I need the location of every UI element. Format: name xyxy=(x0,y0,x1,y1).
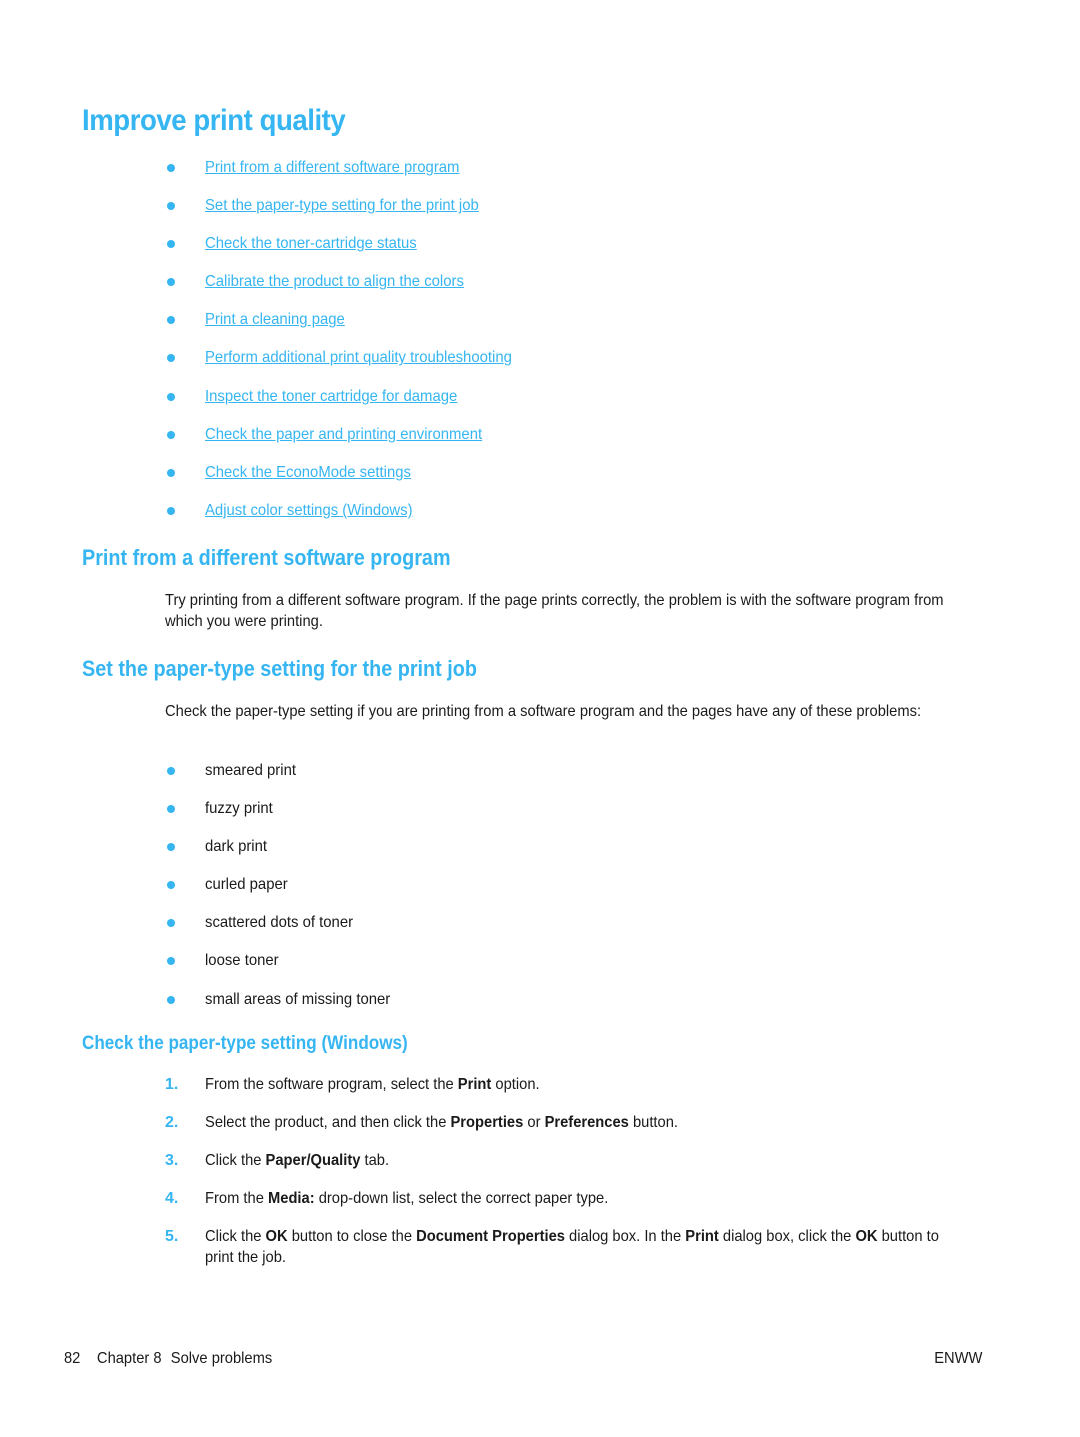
step-text: Click the OK button to close the Documen… xyxy=(205,1228,939,1267)
ui-term: Document Properties xyxy=(416,1228,565,1246)
bullet-icon xyxy=(167,767,175,775)
page-number: 82 xyxy=(64,1350,81,1367)
toc-link[interactable]: Inspect the toner cartridge for damage xyxy=(205,385,457,409)
toc-link[interactable]: Check the EconoMode settings xyxy=(205,461,411,485)
toc-link[interactable]: Print a cleaning page xyxy=(205,308,345,332)
step-number: 5. xyxy=(165,1228,179,1246)
step-text: From the software program, select the Pr… xyxy=(205,1076,540,1093)
bullet-icon xyxy=(167,240,175,249)
bullet-icon xyxy=(167,202,175,211)
ui-term: OK xyxy=(265,1228,288,1246)
bullet-icon xyxy=(167,995,175,1004)
problem-text: smeared print xyxy=(205,762,296,779)
problem-text: loose toner xyxy=(205,952,279,970)
bullet-icon xyxy=(167,278,175,287)
page-footer-left: 82 Chapter 8 Solve problems xyxy=(64,1350,272,1368)
bullet-icon xyxy=(167,354,175,363)
locale-code: ENWW xyxy=(933,1350,982,1367)
step-text: Select the product, and then click the P… xyxy=(205,1114,678,1132)
problem-text: small areas of missing toner xyxy=(205,990,391,1008)
section-body-paper-type: Check the paper-type setting if you are … xyxy=(165,703,922,720)
bullet-icon xyxy=(167,957,175,966)
section-heading-paper-type: Set the paper-type setting for the print… xyxy=(82,656,477,681)
step-number: 1. xyxy=(165,1076,179,1093)
step-text: Click the Paper/Quality tab. xyxy=(205,1152,390,1170)
bullet-icon xyxy=(167,430,175,439)
ui-term: OK xyxy=(855,1228,878,1246)
bullet-icon xyxy=(167,316,175,325)
chapter-title: Solve problems xyxy=(170,1350,273,1367)
ui-term: Print xyxy=(457,1076,492,1093)
subsection-heading-windows: Check the paper-type setting (Windows) xyxy=(82,1033,408,1054)
ui-term: Properties xyxy=(450,1114,524,1132)
section-body-different-software: Try printing from a different software p… xyxy=(165,592,944,630)
bullet-icon xyxy=(167,805,175,814)
problem-text: fuzzy print xyxy=(205,800,273,818)
toc-link[interactable]: Print from a different software program xyxy=(205,156,459,180)
bullet-icon xyxy=(167,843,175,852)
step-number: 4. xyxy=(165,1190,179,1208)
toc-link[interactable]: Set the paper-type setting for the print… xyxy=(205,194,479,218)
problem-text: dark print xyxy=(205,838,268,856)
ui-term: Print xyxy=(685,1228,719,1246)
toc-link[interactable]: Check the toner-cartridge status xyxy=(205,232,417,256)
step-number: 2. xyxy=(165,1114,179,1132)
bullet-icon xyxy=(167,392,175,401)
step-number: 3. xyxy=(165,1152,179,1170)
problem-text: scattered dots of toner xyxy=(205,914,354,932)
bullet-icon xyxy=(167,164,175,172)
bullet-icon xyxy=(167,468,175,477)
bullet-icon xyxy=(167,506,175,515)
section-heading-different-software: Print from a different software program xyxy=(82,545,451,570)
ui-term: Media: xyxy=(267,1190,315,1208)
step-text: From the Media: drop-down list, select t… xyxy=(205,1190,609,1208)
ui-term: Preferences xyxy=(544,1114,629,1132)
toc-link[interactable]: Adjust color settings (Windows) xyxy=(205,499,413,523)
toc-link[interactable]: Check the paper and printing environment xyxy=(205,423,482,447)
ui-term: Paper/Quality xyxy=(265,1152,361,1170)
toc-link[interactable]: Perform additional print quality trouble… xyxy=(205,346,512,370)
toc-link[interactable]: Calibrate the product to align the color… xyxy=(205,270,464,294)
chapter-label: Chapter 8 xyxy=(96,1350,162,1367)
problem-text: curled paper xyxy=(205,876,288,894)
page-title: Improve print quality xyxy=(82,104,346,137)
bullet-icon xyxy=(167,881,175,890)
bullet-icon xyxy=(167,919,175,928)
